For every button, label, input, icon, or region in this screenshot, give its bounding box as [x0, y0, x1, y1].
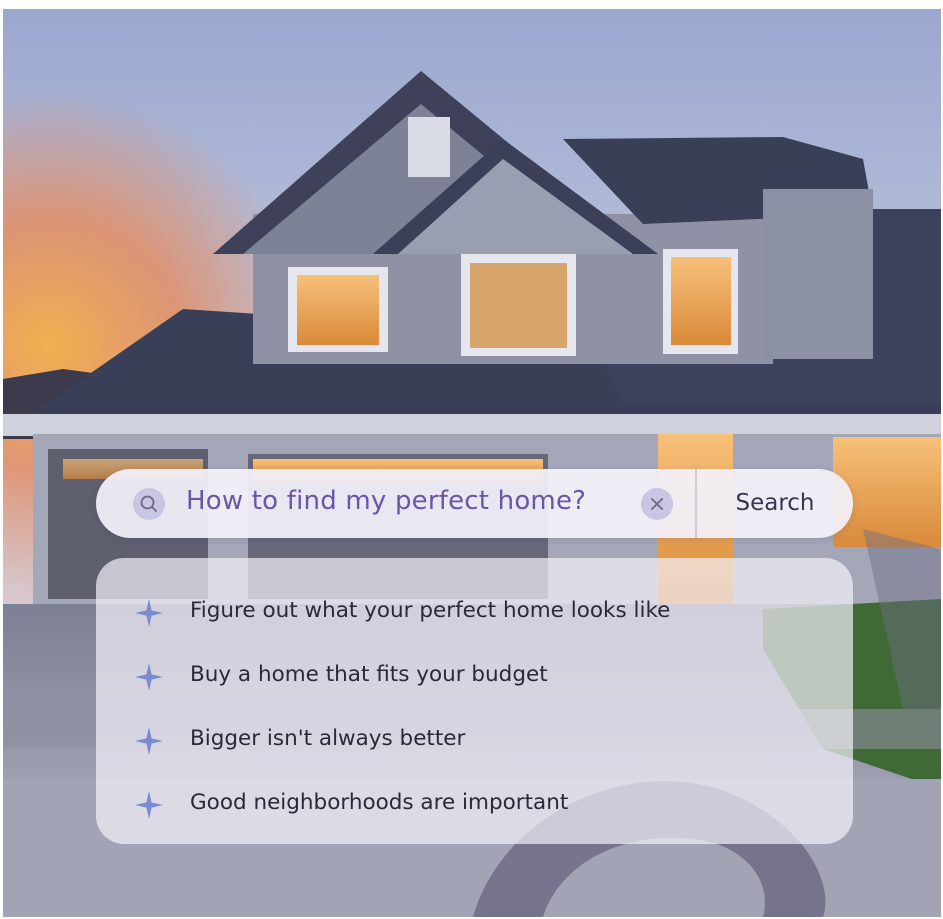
sparkle-icon [133, 789, 165, 821]
close-icon[interactable] [641, 488, 673, 520]
search-icon [133, 488, 165, 520]
suggestion-item[interactable]: Buy a home that fits your budget [96, 652, 853, 702]
suggestion-label: Good neighborhoods are important [190, 790, 569, 815]
search-button[interactable]: Search [697, 469, 853, 538]
sparkle-icon [133, 725, 165, 757]
sparkle-icon [133, 661, 165, 693]
suggestion-label: Figure out what your perfect home looks … [190, 598, 671, 623]
search-bar: How to find my perfect home? Search [96, 469, 853, 538]
sparkle-icon [133, 597, 165, 629]
suggestion-item[interactable]: Figure out what your perfect home looks … [96, 588, 853, 638]
suggestions-panel: Figure out what your perfect home looks … [96, 558, 853, 844]
search-input[interactable]: How to find my perfect home? [186, 486, 673, 516]
suggestion-item[interactable]: Bigger isn't always better [96, 716, 853, 766]
suggestion-label: Bigger isn't always better [190, 726, 466, 751]
suggestion-label: Buy a home that fits your budget [190, 662, 548, 687]
suggestion-item[interactable]: Good neighborhoods are important [96, 780, 853, 830]
